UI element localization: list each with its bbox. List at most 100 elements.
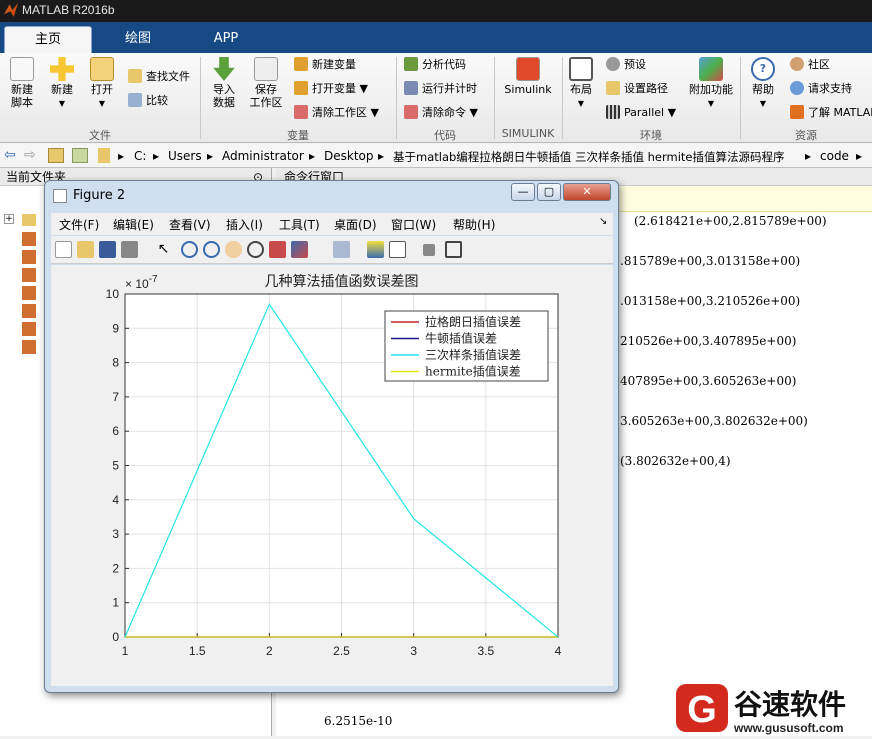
menu-window[interactable]: 窗口(W) [391,216,436,233]
back-arrow-icon[interactable]: ⇦ [4,147,16,163]
compare-button[interactable]: 比较 [128,92,168,110]
new-variable-label: 新建变量 [312,58,356,71]
save-workspace-button[interactable]: 保存 工作区 [246,57,286,109]
clear-workspace-button[interactable]: 清除工作区 ▼ [294,104,379,122]
zoom-in-icon[interactable] [181,241,198,258]
show-plot-tools-icon[interactable] [445,241,462,258]
learn-matlab-button[interactable]: 了解 MATLAB [790,104,872,122]
tab-home[interactable]: 主页 [4,26,92,53]
menu-edit[interactable]: 编辑(E) [113,216,154,233]
preferences-button[interactable]: 预设 [606,56,646,74]
folder-icon[interactable] [22,214,36,226]
figure-window[interactable]: Figure 2 — ▢ ✕ 文件(F) 编辑(E) 查看(V) 插入(I) 工… [44,180,619,693]
request-support-button[interactable]: 请求支持 [790,80,852,98]
path-segment[interactable]: Users [168,149,202,163]
pan-hand-icon[interactable] [225,241,242,258]
m-file-icon[interactable] [22,304,36,318]
colorbar-icon[interactable] [367,241,384,258]
browse-folder-icon[interactable] [72,148,88,163]
help-button[interactable]: ? 帮助 ▼ [748,57,778,110]
output-line: 3.605263e+00,3.802632e+00) [620,414,808,428]
forward-arrow-icon[interactable]: ⇨ [24,147,36,163]
plot-axes[interactable]: 1 1.5 2 2.5 3 3.5 4012345678910× 10-7 几种算法插值函数误… [51,265,613,686]
zoom-out-icon[interactable] [203,241,220,258]
new-script-label: 新建 脚本 [11,83,33,109]
menu-file[interactable]: 文件(F) [59,216,99,233]
hide-plot-tools-icon[interactable] [423,244,435,256]
analyze-code-button[interactable]: 分析代码 [404,56,466,74]
group-file: 文件 [89,129,111,142]
y-tick-label: 1 [112,596,119,610]
m-file-icon[interactable] [22,322,36,336]
y-tick-label: 10 [106,287,120,301]
menu-desktop[interactable]: 桌面(D) [334,216,377,233]
menu-help[interactable]: 帮助(H) [453,216,495,233]
parallel-button[interactable]: Parallel ▼ [606,104,676,122]
new-script-button[interactable]: 新建 脚本 [6,57,38,109]
folder-icon [90,57,114,81]
tab-plots[interactable]: 绘图 [94,26,182,53]
gear-icon [606,57,620,71]
m-file-icon[interactable] [22,232,36,246]
dock-arrow-icon[interactable]: ↘ [599,216,607,227]
addons-button[interactable]: 附加功能 ▼ [688,57,734,110]
print-icon[interactable] [121,241,138,258]
path-segment[interactable]: Desktop [324,149,374,163]
y-multiplier-label: × 10-7 [125,274,158,291]
layout-button[interactable]: 布局 ▼ [566,57,596,110]
community-label: 社区 [808,58,830,71]
x-tick-label: 2 [266,644,273,658]
addons-label: 附加功能 [689,83,733,96]
output-line: 6.2515e-10 [324,714,393,728]
menu-view[interactable]: 查看(V) [169,216,211,233]
path-segment[interactable]: 基于matlab编程拉格朗日牛顿插值 三次样条插值 hermite插值算法源码程… [393,149,784,165]
minimize-button[interactable]: — [511,183,535,201]
group-environment: 环境 [640,129,662,142]
import-data-button[interactable]: 导入 数据 [208,57,240,109]
select-arrow-icon[interactable]: ↖ [155,241,172,258]
set-path-button[interactable]: 设置路径 [606,80,668,98]
output-line: .013158e+00,3.210526e+00) [620,294,801,308]
m-file-icon[interactable] [22,268,36,282]
tab-apps[interactable]: APP [182,26,270,53]
community-button[interactable]: 社区 [790,56,830,74]
run-and-time-button[interactable]: 运行并计时 [404,80,477,98]
menu-insert[interactable]: 插入(I) [226,216,263,233]
m-file-icon[interactable] [22,250,36,264]
rotate-3d-icon[interactable] [247,241,264,258]
path-segment[interactable]: Administrator [222,149,304,163]
path-segment[interactable]: code [820,149,849,163]
new-variable-button[interactable]: 新建变量 [294,56,356,74]
expand-icon[interactable]: + [4,214,14,224]
simulink-label: Simulink [504,83,552,96]
new-button[interactable]: 新建 ▼ [46,57,78,110]
brush-icon[interactable] [291,241,308,258]
up-folder-icon[interactable] [48,148,64,163]
open-variable-button[interactable]: 打开变量 ▼ [294,80,368,98]
app-title: MATLAB R2016b [22,3,115,17]
maximize-button[interactable]: ▢ [537,183,561,201]
chart-title: 几种算法插值函数误差图 [265,274,419,290]
m-file-icon[interactable] [22,286,36,300]
plus-icon [50,57,74,81]
compare-label: 比较 [146,94,168,107]
legend-icon[interactable] [389,241,406,258]
clear-workspace-icon [294,105,308,119]
m-file-icon[interactable] [22,340,36,354]
close-button[interactable]: ✕ [563,183,611,201]
watermark: G 谷速软件 www.gususoft.com [676,682,872,736]
new-figure-icon[interactable] [55,241,72,258]
find-files-button[interactable]: 查找文件 [128,68,190,86]
path-segment[interactable]: C: [134,149,146,163]
help-label: 帮助 [752,83,774,96]
menu-tools[interactable]: 工具(T) [279,216,320,233]
figure-menubar: 文件(F) 编辑(E) 查看(V) 插入(I) 工具(T) 桌面(D) 窗口(W… [51,213,613,235]
link-plot-icon[interactable] [333,241,350,258]
simulink-button[interactable]: Simulink [500,57,556,96]
set-path-icon [606,81,620,95]
open-button[interactable]: 打开 ▼ [86,57,118,110]
data-cursor-icon[interactable] [269,241,286,258]
clear-commands-button[interactable]: 清除命令 ▼ [404,104,478,122]
open-file-icon[interactable] [77,241,94,258]
save-icon[interactable] [99,241,116,258]
